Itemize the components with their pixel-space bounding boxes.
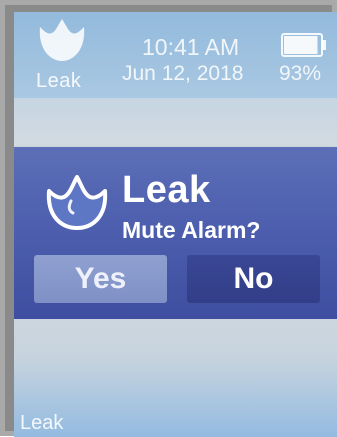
alert-label: Leak [36, 70, 82, 92]
footer-label: Leak [20, 412, 64, 434]
background-strip [14, 98, 337, 148]
mute-alarm-dialog: Leak Mute Alarm? Yes No [14, 147, 337, 319]
water-drop-icon [46, 175, 108, 230]
battery-icon [281, 33, 326, 57]
water-drop-icon [39, 19, 85, 61]
status-bar: Leak 10:41 AM Jun 12, 2018 93% [14, 12, 337, 98]
dialog-title: Leak [122, 169, 211, 211]
device-bezel: Leak 10:41 AM Jun 12, 2018 93% Leak Mute… [0, 0, 337, 437]
device-screen: Leak 10:41 AM Jun 12, 2018 93% Leak Mute… [14, 12, 337, 437]
battery-percent: 93% [279, 62, 322, 85]
yes-button[interactable]: Yes [34, 255, 167, 303]
no-button[interactable]: No [187, 255, 320, 303]
clock-time: 10:41 AM [142, 34, 240, 60]
clock-date: Jun 12, 2018 [122, 62, 244, 85]
battery-fill [284, 36, 318, 54]
dialog-question: Mute Alarm? [122, 217, 261, 243]
